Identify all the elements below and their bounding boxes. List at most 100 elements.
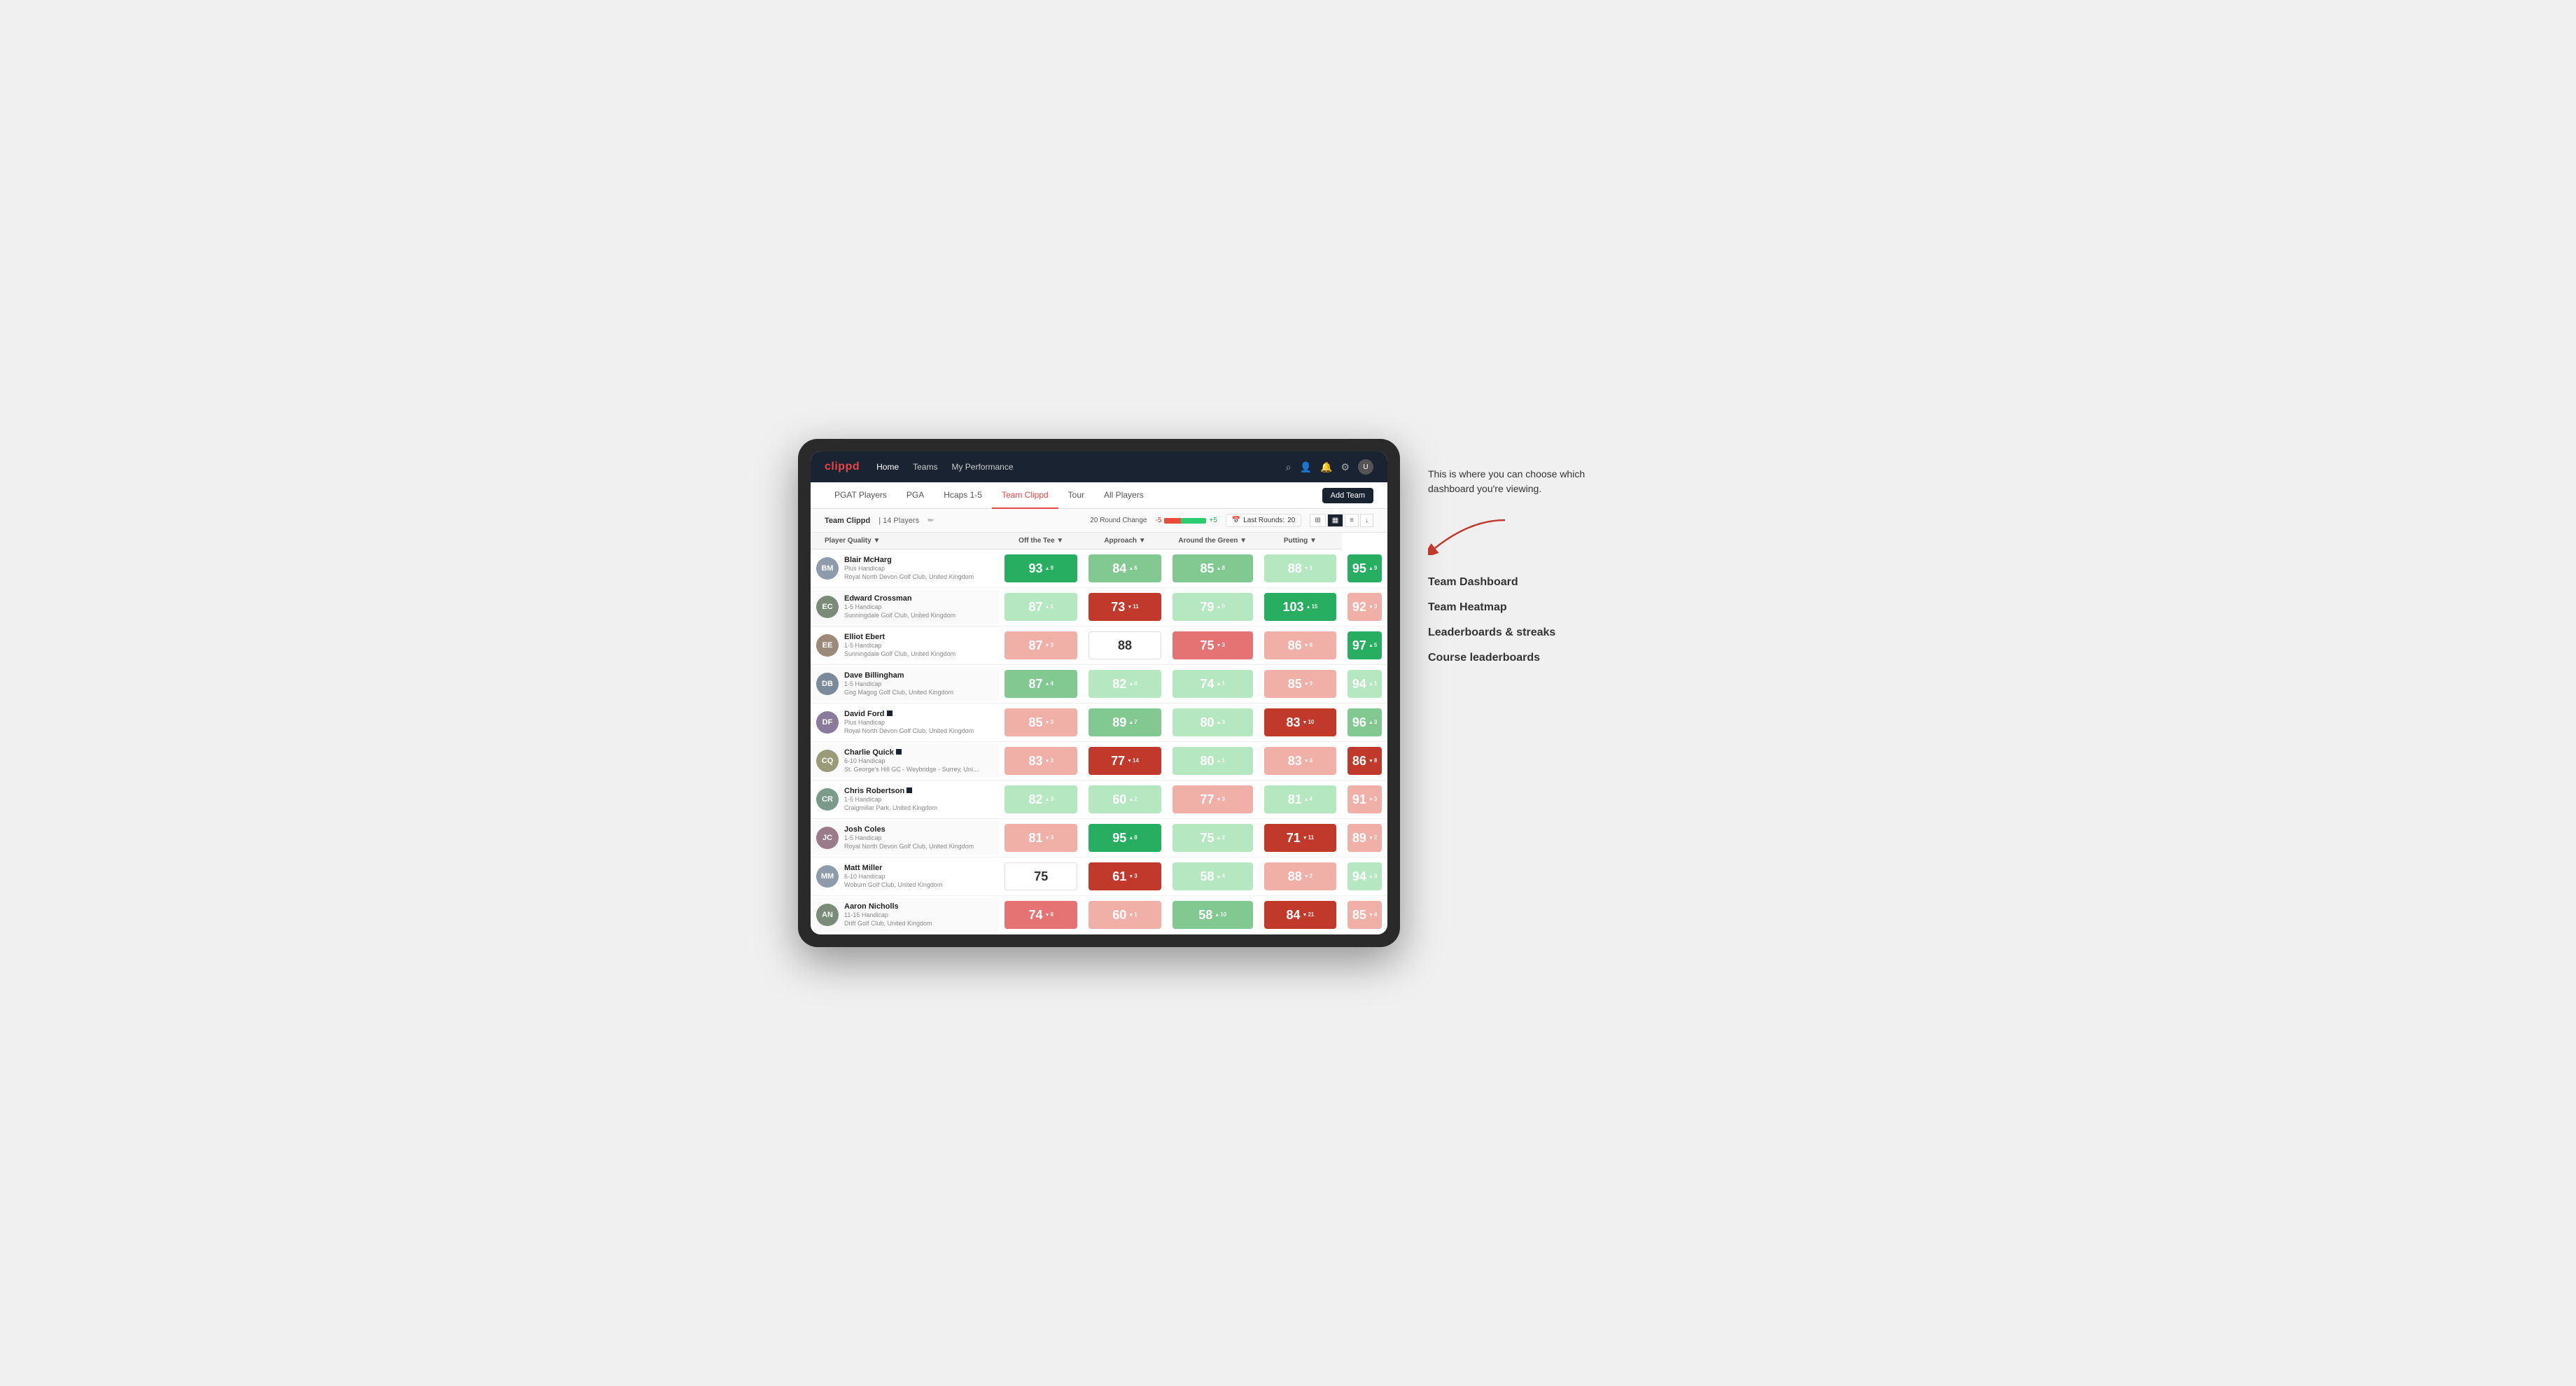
- score-change: 21: [1303, 912, 1315, 918]
- score-number: 94: [1352, 870, 1366, 883]
- score-change: 4: [1217, 874, 1225, 879]
- score-number: 73: [1111, 601, 1125, 613]
- player-cell-6[interactable]: CR Chris Robertson 1-5 Handicap Craigmil…: [811, 780, 999, 819]
- player-club: Gog Magog Golf Club, United Kingdom: [844, 689, 993, 697]
- arrow-icon: [1368, 681, 1373, 687]
- score-cell-7-2: 75 2: [1167, 819, 1259, 858]
- player-handicap: Plus Handicap: [844, 719, 993, 727]
- arrow-icon: [1128, 874, 1133, 879]
- subnav-pga[interactable]: PGA: [897, 482, 934, 509]
- col-header-approach[interactable]: Approach ▼: [1083, 533, 1167, 550]
- table-row: AN Aaron Nicholls 11-15 Handicap Drift G…: [811, 896, 1387, 934]
- score-cell-3-4: 94 1: [1342, 665, 1387, 704]
- score-box: 85 4: [1348, 901, 1382, 929]
- view-list-button[interactable]: ≡: [1345, 514, 1359, 527]
- score-cell-0-1: 84 6: [1083, 550, 1167, 588]
- col-header-tee[interactable]: Off the Tee ▼: [999, 533, 1083, 550]
- score-number: 84: [1286, 909, 1300, 921]
- score-change: 15: [1306, 604, 1318, 610]
- score-box: 86 8: [1348, 747, 1382, 775]
- col-header-around[interactable]: Around the Green ▼: [1167, 533, 1259, 550]
- score-number: 96: [1352, 716, 1366, 729]
- score-number: 97: [1352, 639, 1366, 652]
- player-cell-2[interactable]: EE Elliot Ebert 1-5 Handicap Sunningdale…: [811, 626, 999, 665]
- subnav-team-clippd[interactable]: Team Clippd: [992, 482, 1058, 509]
- score-cell-3-1: 82 4: [1083, 665, 1167, 704]
- col-header-putting[interactable]: Putting ▼: [1259, 533, 1343, 550]
- view-download-button[interactable]: ↓: [1360, 514, 1373, 527]
- subnav-all-players[interactable]: All Players: [1094, 482, 1154, 509]
- arrow-icon: [1304, 758, 1309, 764]
- view-heatmap-button[interactable]: ▦: [1327, 514, 1343, 527]
- arrow-icon: [1306, 604, 1311, 610]
- player-cell-4[interactable]: DF David Ford Plus Handicap Royal North …: [811, 704, 999, 742]
- player-avatar: EE: [816, 634, 839, 657]
- player-cell-1[interactable]: EC Edward Crossman 1-5 Handicap Sunningd…: [811, 588, 999, 626]
- score-cell-1-3: 103 15: [1259, 588, 1343, 626]
- arrow-icon: [1128, 566, 1133, 571]
- score-cell-1-0: 87 1: [999, 588, 1083, 626]
- score-cell-2-4: 97 5: [1342, 626, 1387, 665]
- score-number: 60: [1112, 793, 1126, 806]
- change-neg: -5: [1155, 517, 1161, 524]
- add-team-button[interactable]: Add Team: [1322, 488, 1373, 503]
- player-info: Matt Miller 6-10 Handicap Woburn Golf Cl…: [844, 864, 993, 890]
- edit-icon[interactable]: ✏: [927, 516, 934, 525]
- score-cell-4-1: 89 7: [1083, 704, 1167, 742]
- score-box: 88 2: [1264, 862, 1337, 890]
- player-cell-9[interactable]: AN Aaron Nicholls 11-15 Handicap Drift G…: [811, 896, 999, 934]
- data-table-container: Player Quality ▼ Off the Tee ▼ Approach …: [811, 533, 1387, 934]
- nav-link-performance[interactable]: My Performance: [951, 459, 1013, 475]
- score-number: 89: [1112, 716, 1126, 729]
- score-cell-8-1: 61 3: [1083, 858, 1167, 896]
- player-club: St. George's Hill GC - Weybridge - Surre…: [844, 766, 993, 774]
- user-icon[interactable]: 👤: [1300, 461, 1312, 473]
- nav-link-teams[interactable]: Teams: [913, 459, 937, 475]
- player-club: Drift Golf Club, United Kingdom: [844, 920, 993, 928]
- score-box: 83 3: [1004, 747, 1077, 775]
- bell-icon[interactable]: 🔔: [1320, 461, 1332, 473]
- score-box: 71 11: [1264, 824, 1337, 852]
- score-change: 3: [1368, 797, 1377, 802]
- score-box: 82 3: [1004, 785, 1077, 813]
- player-cell-0[interactable]: BM Blair McHarg Plus Handicap Royal Nort…: [811, 550, 999, 588]
- score-box: 77 14: [1088, 747, 1161, 775]
- score-box: 74 1: [1172, 670, 1253, 698]
- view-icons: ⊞ ▦ ≡ ↓: [1310, 514, 1373, 527]
- subnav-tour[interactable]: Tour: [1058, 482, 1094, 509]
- score-change: 9: [1368, 566, 1377, 571]
- last-rounds-button[interactable]: 📅 Last Rounds: 20: [1226, 514, 1302, 527]
- nav-link-home[interactable]: Home: [876, 459, 899, 475]
- score-cell-6-0: 82 3: [999, 780, 1083, 819]
- col-header-player[interactable]: Player Quality ▼: [811, 533, 999, 550]
- score-box: 60 1: [1088, 901, 1161, 929]
- score-number: 81: [1029, 832, 1043, 844]
- player-cell-8[interactable]: MM Matt Miller 6-10 Handicap Woburn Golf…: [811, 858, 999, 896]
- subnav-hcaps[interactable]: Hcaps 1-5: [934, 482, 992, 509]
- player-info: Josh Coles 1-5 Handicap Royal North Devo…: [844, 825, 993, 851]
- subnav-pgat[interactable]: PGAT Players: [825, 482, 897, 509]
- score-box: 89 7: [1088, 708, 1161, 736]
- player-cell-7[interactable]: JC Josh Coles 1-5 Handicap Royal North D…: [811, 819, 999, 858]
- player-avatar: AN: [816, 904, 839, 926]
- score-cell-8-0: 75: [999, 858, 1083, 896]
- player-cell-3[interactable]: DB Dave Billingham 1-5 Handicap Gog Mago…: [811, 665, 999, 704]
- search-icon[interactable]: ⌕: [1286, 461, 1292, 473]
- settings-icon[interactable]: ⚙: [1340, 461, 1350, 473]
- avatar-icon[interactable]: U: [1358, 459, 1373, 475]
- score-number: 83: [1288, 755, 1302, 767]
- arrow-icon: [1217, 720, 1222, 725]
- player-avatar: DF: [816, 711, 839, 734]
- player-name: Blair McHarg: [844, 556, 993, 565]
- player-info: Aaron Nicholls 11-15 Handicap Drift Golf…: [844, 902, 993, 928]
- annotation-item-3: Course leaderboards: [1428, 652, 1778, 664]
- view-grid-button[interactable]: ⊞: [1310, 514, 1325, 527]
- table-row: BM Blair McHarg Plus Handicap Royal Nort…: [811, 550, 1387, 588]
- arrow-icon: [1217, 604, 1222, 610]
- player-cell-5[interactable]: CQ Charlie Quick 6-10 Handicap St. Georg…: [811, 742, 999, 780]
- score-number: 74: [1200, 678, 1214, 690]
- score-cell-8-2: 58 4: [1167, 858, 1259, 896]
- player-handicap: 1-5 Handicap: [844, 834, 993, 843]
- arrow-icon: [1128, 912, 1133, 918]
- score-box: 82 4: [1088, 670, 1161, 698]
